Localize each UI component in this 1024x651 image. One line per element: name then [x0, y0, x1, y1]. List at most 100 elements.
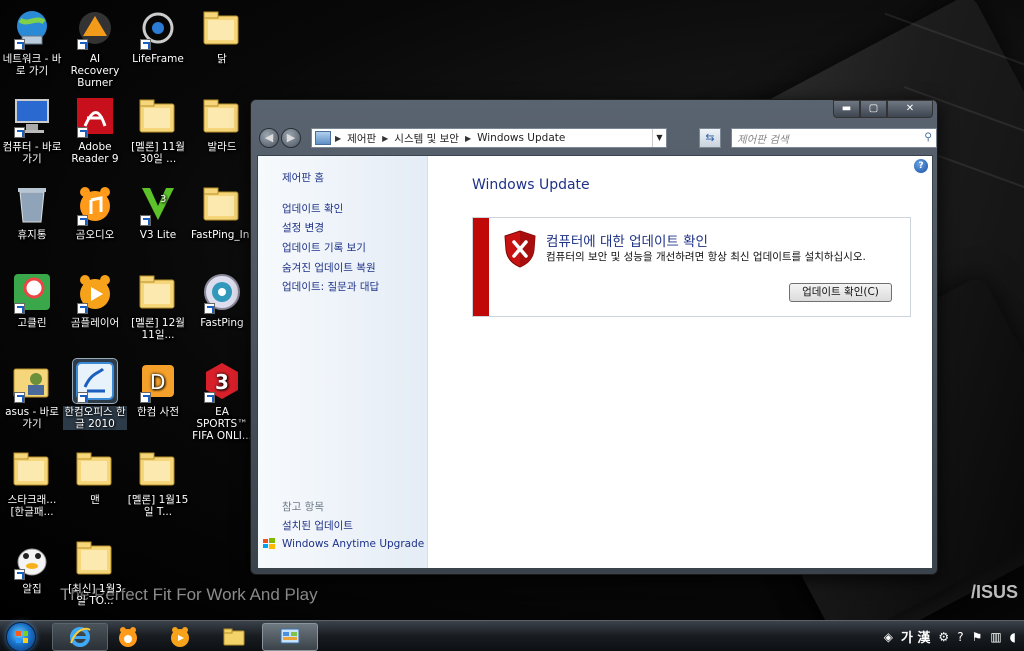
sidebar-link-installed-updates[interactable]: 설치된 업데이트: [282, 518, 353, 533]
sidebar: 제어판 홈 업데이트 확인 설정 변경 업데이트 기록 보기 숨겨진 업데이트 …: [258, 156, 428, 568]
maximize-button[interactable]: ▢: [860, 100, 887, 118]
address-dropdown-icon[interactable]: ▼: [652, 129, 666, 147]
search-icon[interactable]: ⚲: [924, 131, 932, 143]
sidebar-link-check-updates[interactable]: 업데이트 확인: [282, 201, 343, 216]
desktop-icon[interactable]: [최신] 1월3일 TO...: [63, 536, 127, 607]
address-bar[interactable]: ▶ 제어판 ▶ 시스템 및 보안 ▶ Windows Update ▼: [311, 128, 667, 148]
see-also-heading: 참고 항목: [282, 501, 324, 513]
desktop-icon[interactable]: 한컴오피스 한글 2010: [63, 358, 127, 430]
desktop-icon[interactable]: [멜론] 1월15일 T...: [126, 447, 190, 518]
refresh-button[interactable]: ⇆: [699, 128, 721, 148]
desktop-icon-label: 한컴 사전: [137, 406, 179, 418]
folder-icon: [10, 447, 54, 491]
desktop-icon[interactable]: 고클린: [0, 270, 64, 329]
desktop-icon-label: 알집: [22, 583, 42, 595]
hancom-dictionary-icon: D: [136, 359, 180, 403]
desktop-icon-label: 맨: [90, 494, 100, 506]
security-shield-error-icon: [504, 230, 536, 268]
desktop-icon-label: 발라드: [207, 141, 237, 153]
back-button[interactable]: ◀: [259, 128, 279, 148]
sidebar-link-view-history[interactable]: 업데이트 기록 보기: [282, 240, 366, 255]
check-updates-button[interactable]: 업데이트 확인(C): [789, 283, 892, 302]
close-button[interactable]: ✕: [887, 100, 933, 118]
ime-settings-icon[interactable]: ⚙: [938, 630, 949, 644]
desktop-icon[interactable]: AI Recovery Burner: [63, 6, 127, 89]
svg-text:3: 3: [215, 370, 229, 394]
shortcut-arrow-icon: [14, 392, 25, 403]
shortcut-arrow-icon: [77, 215, 88, 226]
taskbar-gom-player[interactable]: [152, 623, 208, 651]
shortcut-arrow-icon: [14, 39, 25, 50]
help-icon[interactable]: ?: [914, 159, 928, 173]
help-icon[interactable]: ?: [957, 630, 963, 644]
computer-icon: [10, 94, 54, 138]
desktop-icon[interactable]: FastPing: [190, 270, 254, 329]
network-icon: [10, 6, 54, 50]
search-placeholder: 제어판 검색: [737, 134, 789, 146]
sidebar-link-anytime-upgrade[interactable]: Windows Anytime Upgrade: [282, 538, 424, 550]
brand-logo: /ISUS: [970, 582, 1018, 602]
breadcrumb-system-security[interactable]: 시스템 및 보안: [394, 131, 459, 146]
desktop-icon-label: [멜론] 12월11일...: [131, 317, 185, 341]
ai-recovery-icon: [73, 6, 117, 50]
shortcut-arrow-icon: [77, 39, 88, 50]
breadcrumb-control-panel[interactable]: 제어판: [347, 131, 376, 146]
shortcut-arrow-icon: [140, 392, 151, 403]
taskbar-control-panel[interactable]: [262, 623, 318, 651]
desktop-icon[interactable]: 컴퓨터 - 바로 가기: [0, 94, 64, 165]
fifa-online-icon: 3: [200, 359, 244, 403]
language-bar-icon[interactable]: ◈: [884, 630, 893, 644]
desktop-icon[interactable]: 3 V3 Lite: [126, 182, 190, 241]
desktop-icon[interactable]: LifeFrame: [126, 6, 190, 65]
desktop-icon[interactable]: asus - 바로 가기: [0, 359, 64, 430]
desktop-icon[interactable]: [멜론] 12월11일...: [126, 270, 190, 341]
taskbar-file-explorer[interactable]: [206, 623, 262, 651]
desktop-icon[interactable]: 3 EA SPORTS™ FIFA ONLI...: [190, 359, 254, 442]
minimize-button[interactable]: ▬: [833, 100, 860, 118]
folder-icon: [200, 94, 244, 138]
user-folder-icon: [10, 359, 54, 403]
sidebar-link-change-settings[interactable]: 설정 변경: [282, 220, 324, 235]
ime-mode-indicator[interactable]: 가 漢: [901, 627, 931, 646]
volume-icon[interactable]: ◖: [1010, 630, 1016, 644]
sidebar-link-home[interactable]: 제어판 홈: [282, 170, 324, 185]
desktop-icon[interactable]: 닭: [190, 6, 254, 65]
desktop-icon[interactable]: 맨: [63, 447, 127, 506]
desktop-icon-label: Adobe Reader 9: [71, 141, 119, 165]
search-input[interactable]: 제어판 검색 ⚲: [731, 128, 937, 148]
desktop-icon-label: 휴지통: [17, 229, 47, 241]
gom-audio-icon: [73, 182, 117, 226]
sidebar-link-faq[interactable]: 업데이트: 질문과 대답: [282, 279, 379, 294]
main-area: ? Windows Update 컴퓨터에 대한 업데이트 확인 컴퓨터의 보안…: [428, 156, 932, 568]
breadcrumb-separator: ▶: [335, 133, 342, 143]
desktop-icon[interactable]: 곰오디오: [63, 182, 127, 241]
taskbar-gom-audio[interactable]: [100, 623, 156, 651]
desktop-icon-label: 곰오디오: [75, 229, 115, 241]
goclean-icon: [10, 270, 54, 314]
window-caption-buttons: ▬ ▢ ✕: [833, 100, 933, 118]
desktop-icon[interactable]: 휴지통: [0, 182, 64, 241]
desktop-icon[interactable]: D 한컴 사전: [126, 359, 190, 418]
desktop-icon-label: 곰플레이어: [70, 317, 120, 329]
desktop-icon[interactable]: 발라드: [190, 94, 254, 153]
desktop-icon-label: LifeFrame: [132, 53, 184, 65]
desktop-icon[interactable]: 알집: [0, 536, 64, 595]
desktop-icon[interactable]: 스타크래... [한글패...: [0, 447, 64, 518]
network-tray-icon[interactable]: ▥: [990, 630, 1001, 644]
breadcrumb-windows-update[interactable]: Windows Update: [477, 132, 565, 144]
desktop-icon-label: FastPing: [200, 317, 244, 329]
start-button[interactable]: [6, 622, 36, 651]
navigation-bar: ◀ ▶ ▶ 제어판 ▶ 시스템 및 보안 ▶ Windows Update ▼ …: [257, 128, 937, 150]
desktop-icon[interactable]: Adobe Reader 9: [63, 94, 127, 165]
control-panel-icon: [280, 628, 300, 644]
v3-lite-icon: 3: [136, 182, 180, 226]
desktop-icon[interactable]: 곰플레이어: [63, 270, 127, 329]
folder-icon: [136, 94, 180, 138]
desktop-icon[interactable]: [멜론] 11월30일 ...: [126, 94, 190, 165]
desktop-icon[interactable]: 네트워크 - 바로 가기: [0, 6, 64, 77]
window-content: 제어판 홈 업데이트 확인 설정 변경 업데이트 기록 보기 숨겨진 업데이트 …: [257, 155, 933, 569]
action-center-icon[interactable]: ⚑: [972, 630, 983, 644]
forward-button[interactable]: ▶: [281, 128, 301, 148]
sidebar-link-restore-hidden[interactable]: 숨겨진 업데이트 복원: [282, 260, 376, 275]
desktop-icon[interactable]: FastPing_In...: [190, 182, 259, 241]
